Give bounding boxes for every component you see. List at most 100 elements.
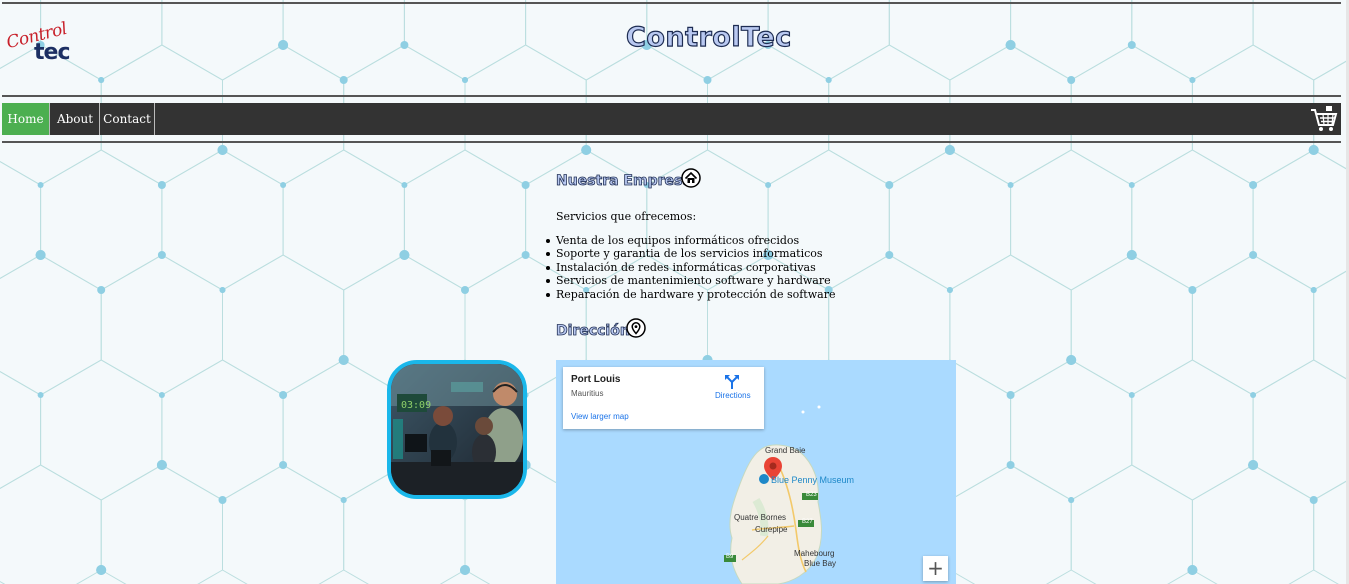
list-item: Servicios de mantenimiento software y ha…	[546, 274, 835, 287]
hexagon-outline	[161, 359, 284, 501]
hexagon-outline	[0, 254, 102, 396]
hexagon-outline	[888, 0, 1012, 81]
controltec-logo[interactable]: Control tec	[4, 19, 86, 68]
network-node	[1188, 286, 1197, 294]
list-item: Reparación de hardware y protección de s…	[546, 288, 835, 301]
map-place-name: Port Louis	[571, 374, 621, 385]
network-node	[461, 286, 469, 294]
network-node	[582, 146, 591, 154]
network-node	[157, 251, 166, 259]
services-intro: Servicios que ofrecemos:	[556, 210, 697, 223]
network-node	[1187, 565, 1198, 575]
nav-home-link[interactable]: Home	[2, 103, 50, 135]
network-node	[521, 251, 530, 259]
map-place-country: Mauritius	[571, 389, 604, 398]
hexagon-outline	[161, 0, 284, 81]
hexagon-outline	[1010, 359, 1133, 501]
network-node	[521, 181, 530, 189]
network-node	[401, 182, 408, 188]
network-node	[218, 496, 227, 504]
network-node	[219, 287, 226, 293]
network-node	[399, 250, 410, 260]
hexagon-outline	[40, 149, 163, 291]
map-label-blue-penny-museum: Blue Penny Museum	[771, 475, 855, 485]
network-node	[1067, 76, 1076, 84]
map-label-road-b23: B23	[806, 492, 817, 498]
hexagon-outline	[161, 149, 284, 291]
map-label-quatre-bornes: Quatre Bornes	[734, 513, 787, 522]
network-node	[218, 146, 227, 154]
network-node	[885, 251, 894, 259]
network-node	[946, 287, 953, 293]
hexagon-outline	[100, 464, 223, 584]
hexagon-outline	[282, 149, 405, 291]
hexagon-outline	[1131, 359, 1254, 501]
hexagon-outline	[1131, 149, 1254, 291]
network-node	[1248, 460, 1259, 470]
map-label-curepipe: Curepipe	[755, 525, 788, 534]
top-divider	[2, 2, 1341, 4]
network-node	[157, 181, 166, 189]
hexagon-outline	[1191, 464, 1315, 584]
network-node	[98, 77, 105, 83]
network-node	[945, 146, 954, 154]
list-item: Venta de los equipos informáticos ofreci…	[546, 234, 835, 247]
hexagon-outline	[403, 0, 527, 81]
directions-link[interactable]: Directions	[715, 391, 751, 400]
address-heading: Dirección	[556, 323, 631, 340]
map-label-road-b27: B27	[802, 519, 813, 525]
network-node	[340, 497, 347, 503]
network-node	[97, 286, 106, 294]
hexagon-outline	[1010, 0, 1133, 81]
network-node	[1309, 496, 1318, 504]
network-node	[1249, 181, 1258, 189]
header-divider	[2, 95, 1341, 97]
network-node	[158, 392, 165, 398]
nav-contact-link[interactable]: Contact	[100, 103, 155, 135]
hexagon-outline	[1131, 0, 1254, 81]
hexagon-outline	[1252, 149, 1349, 291]
network-node	[96, 565, 107, 575]
network-node	[1068, 497, 1075, 503]
network-node	[1007, 182, 1014, 188]
hexagon-outline	[0, 370, 42, 490]
hexagon-outline	[222, 254, 345, 396]
network-node	[703, 76, 712, 84]
network-node	[400, 41, 409, 49]
view-larger-map-link[interactable]: View larger map	[571, 412, 629, 421]
hexagon-outline	[1070, 254, 1193, 396]
hexagon-outline	[949, 254, 1072, 396]
network-node	[1127, 41, 1136, 49]
network-node	[1005, 40, 1016, 50]
map-label-mahebourg: Mahebourg	[794, 549, 835, 558]
network-node	[1249, 251, 1258, 259]
hexagon-outline	[1313, 269, 1349, 381]
site-title: ControlTec	[625, 21, 792, 53]
map-zoom-in-button[interactable]: +	[923, 556, 948, 581]
shopping-cart-button[interactable]	[1305, 103, 1341, 135]
google-map-embed[interactable]: Grand Baie Blue Penny Museum B23 Quatre …	[556, 360, 956, 584]
network-node	[339, 76, 348, 84]
call-center-photo: 03:09	[387, 360, 527, 499]
hexagon-outline	[1252, 359, 1349, 501]
hexagon-outline	[1010, 149, 1133, 291]
network-node	[280, 182, 287, 188]
network-node	[279, 461, 288, 469]
hexagon-outline	[1313, 479, 1349, 584]
network-node	[156, 460, 167, 470]
network-node	[1006, 461, 1015, 469]
network-node	[885, 181, 894, 189]
network-node	[1309, 146, 1318, 154]
hexagon-outline	[0, 160, 42, 280]
network-node	[765, 182, 772, 188]
shopping-cart-icon	[1311, 106, 1338, 131]
home-icon	[681, 168, 701, 192]
network-node	[37, 392, 44, 398]
nav-about-link[interactable]: About	[51, 103, 100, 135]
network-node	[1126, 250, 1137, 260]
hexagon-outline	[222, 464, 345, 584]
map-pin-icon	[626, 318, 646, 342]
network-node	[279, 391, 288, 399]
map-label-grand-baie: Grand Baie	[765, 446, 806, 455]
network-node	[1128, 392, 1135, 398]
